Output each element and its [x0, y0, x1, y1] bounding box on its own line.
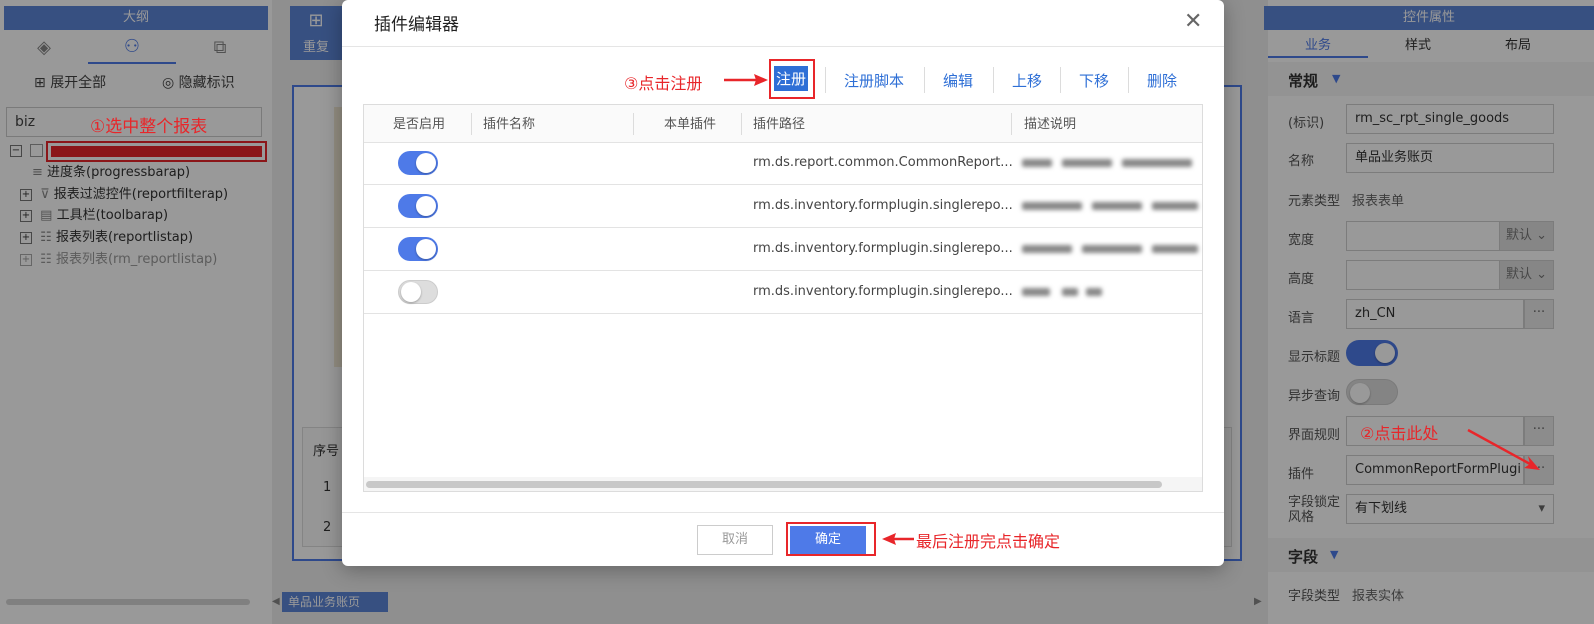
- h-scrollbar-thumb[interactable]: [366, 481, 1162, 488]
- divider: [342, 512, 1224, 513]
- register-highlight: [769, 59, 815, 99]
- ok-highlight: [786, 522, 876, 556]
- enable-toggle[interactable]: [398, 237, 438, 261]
- move-down-button[interactable]: 下移: [1079, 70, 1109, 91]
- column-separator: [471, 113, 472, 135]
- plugin-path: rm.ds.inventory.formplugin.singlerepo...: [753, 241, 1013, 256]
- h-scroll-track[interactable]: [364, 477, 1202, 491]
- column-separator: [633, 113, 634, 135]
- annotation-final: 最后注册完点击确定: [916, 532, 1061, 551]
- annotation-step3: ③点击注册: [624, 74, 703, 93]
- move-up-button[interactable]: 上移: [1012, 70, 1042, 91]
- col-plugin-name: 插件名称: [483, 117, 536, 132]
- description-blurred: [1022, 242, 1200, 256]
- toolbar-separator: [924, 67, 925, 93]
- enable-toggle[interactable]: [398, 280, 438, 304]
- arrow-down-right-icon: [1467, 428, 1540, 470]
- col-form-plugin: 本单插件: [664, 117, 717, 132]
- plugin-path: rm.ds.inventory.formplugin.singlerepo...: [753, 198, 1013, 213]
- delete-button[interactable]: 删除: [1147, 70, 1177, 91]
- plugin-path: rm.ds.report.common.CommonReport...: [753, 155, 1013, 170]
- table-row[interactable]: rm.ds.inventory.formplugin.singlerepo...: [364, 185, 1202, 228]
- column-separator: [1011, 113, 1012, 135]
- annotation-step2: ②点击此处: [1360, 424, 1439, 443]
- dialog-title: 插件编辑器: [374, 15, 459, 35]
- toolbar-separator: [1060, 67, 1061, 93]
- arrow-left-icon: [882, 533, 914, 545]
- description-blurred: [1022, 199, 1200, 213]
- description-blurred: [1022, 285, 1200, 299]
- close-icon[interactable]: ✕: [1184, 9, 1202, 34]
- toolbar-separator: [993, 67, 994, 93]
- arrow-right-icon: [724, 74, 768, 86]
- table-row[interactable]: rm.ds.inventory.formplugin.singlerepo...: [364, 271, 1202, 314]
- col-enabled: 是否启用: [393, 117, 446, 132]
- description-blurred: [1022, 156, 1200, 170]
- edit-button[interactable]: 编辑: [943, 70, 973, 91]
- col-description: 描述说明: [1024, 117, 1077, 132]
- table-row[interactable]: rm.ds.inventory.formplugin.singlerepo...: [364, 228, 1202, 271]
- plugin-path: rm.ds.inventory.formplugin.singlerepo...: [753, 284, 1013, 299]
- enable-toggle[interactable]: [398, 194, 438, 218]
- register-script-button[interactable]: 注册脚本: [844, 70, 904, 91]
- cancel-button[interactable]: 取消: [697, 525, 773, 555]
- enable-toggle[interactable]: [398, 151, 438, 175]
- toolbar-separator: [1128, 67, 1129, 93]
- annotation-step1: ①选中整个报表: [90, 117, 208, 137]
- toolbar-separator: [825, 67, 826, 93]
- table-row[interactable]: rm.ds.report.common.CommonReport...: [364, 142, 1202, 185]
- divider: [342, 46, 1224, 47]
- column-separator: [741, 113, 742, 135]
- col-plugin-path: 插件路径: [753, 117, 806, 132]
